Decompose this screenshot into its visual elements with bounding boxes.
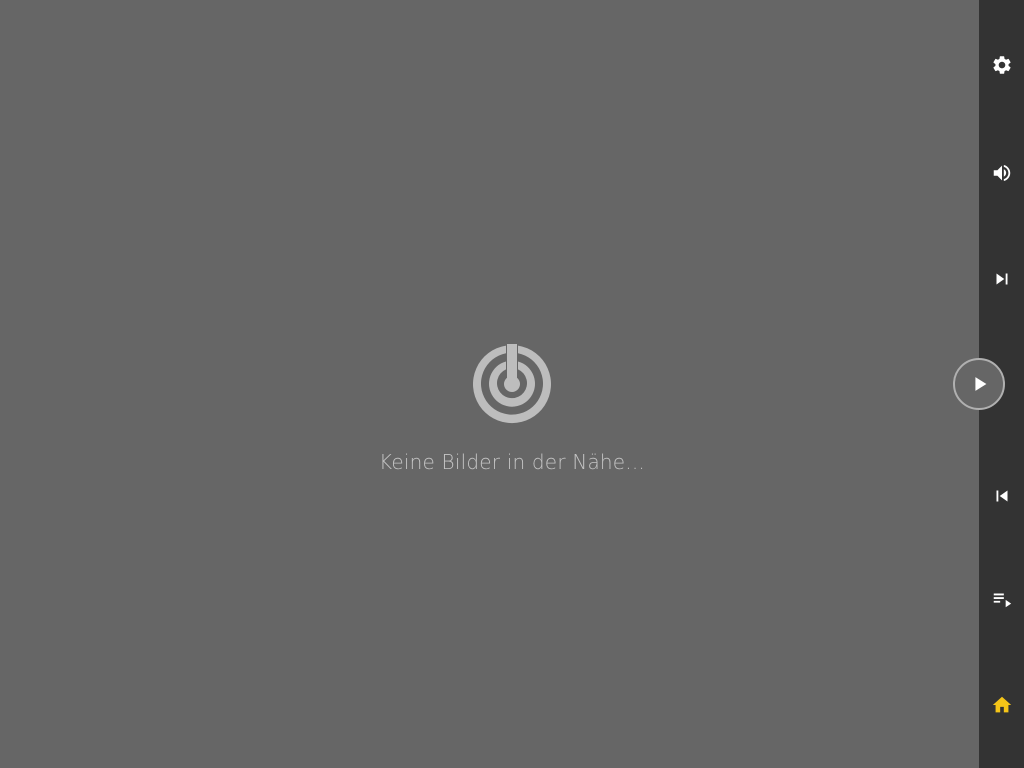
home-icon (991, 694, 1013, 716)
radar-center-dot (504, 376, 520, 392)
playlist-button[interactable] (979, 577, 1024, 621)
radar-needle (507, 344, 517, 380)
play-button[interactable] (953, 358, 1005, 410)
gear-icon (991, 54, 1013, 76)
skip-previous-button[interactable] (979, 474, 1024, 518)
empty-message: Keine Bilder in der Nähe... (379, 450, 645, 474)
skip-next-button[interactable] (979, 257, 1024, 301)
skip-previous-icon (991, 485, 1013, 507)
empty-state: Keine Bilder in der Nähe... (0, 344, 1024, 476)
volume-icon (991, 162, 1013, 184)
skip-next-icon (991, 268, 1013, 290)
play-icon (967, 373, 991, 395)
playlist-icon (991, 588, 1013, 610)
home-button[interactable] (979, 683, 1024, 727)
radar-icon (473, 344, 551, 424)
settings-button[interactable] (979, 43, 1024, 87)
volume-button[interactable] (979, 151, 1024, 195)
